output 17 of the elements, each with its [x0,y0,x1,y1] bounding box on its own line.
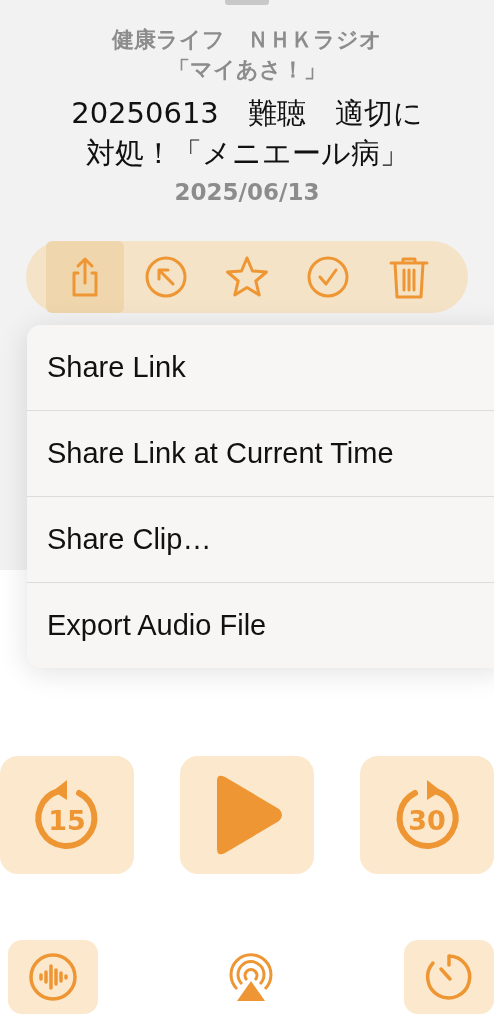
menu-item[interactable]: Export Audio File [27,582,494,668]
audio-effects-button[interactable] [8,940,98,1014]
sheet-grabber[interactable] [225,0,269,5]
arrow-circle-icon [144,255,188,299]
star-icon [225,255,269,299]
sleep-timer-button[interactable] [404,940,494,1014]
trash-icon [387,255,431,299]
menu-item[interactable]: Share Link [27,325,494,410]
checkmark-circle-icon [306,255,350,299]
menu-item[interactable]: Share Clip… [27,496,494,582]
play-button[interactable] [180,756,314,874]
episode-title: 20250613 難聴 適切に対処！「メニエール病」 [70,95,424,172]
episode-date: 2025/06/13 [174,179,320,205]
show-name: 健康ライフ ＮＨＫラジオ「マイあさ！」 [110,26,383,84]
share-button[interactable] [46,241,124,313]
waveform-icon [27,951,79,1003]
menu-item[interactable]: Share Link at Current Time [27,410,494,496]
